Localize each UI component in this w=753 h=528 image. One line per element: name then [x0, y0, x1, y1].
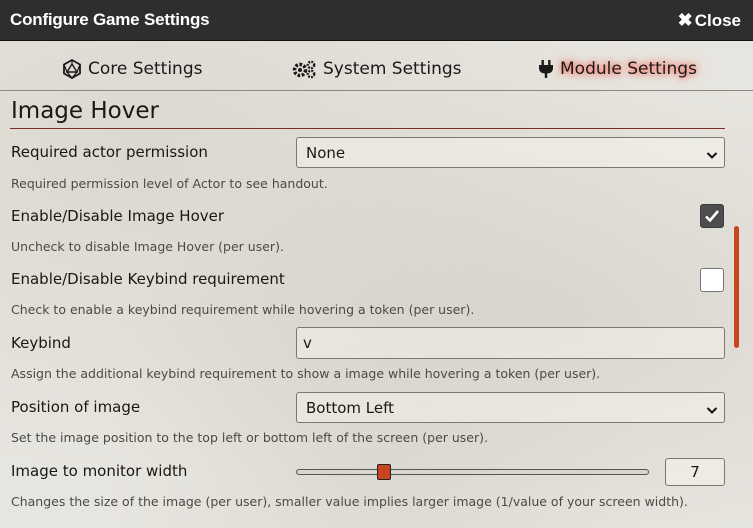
close-button[interactable]: ✖ Close: [678, 10, 741, 31]
tab-module-settings[interactable]: Module Settings: [538, 57, 697, 81]
tab-label: System Settings: [323, 59, 462, 79]
check-icon: [705, 210, 719, 223]
enable-hover-label: Enable/Disable Image Hover: [11, 207, 225, 225]
permission-select-value: None: [306, 143, 346, 162]
position-hint: Set the image position to the top left o…: [11, 430, 488, 445]
permission-select[interactable]: None: [296, 137, 725, 168]
position-select[interactable]: Bottom Left: [296, 392, 725, 423]
tab-core-settings[interactable]: Core Settings: [62, 57, 202, 81]
keybind-input-value: v: [303, 334, 312, 352]
chevron-down-icon: [706, 147, 718, 165]
plug-icon: [538, 59, 554, 79]
monitor-width-hint: Changes the size of the image (per user)…: [11, 494, 688, 509]
keybind-hint: Assign the additional keybind requiremen…: [11, 366, 601, 381]
gears-icon: [291, 59, 317, 79]
chevron-down-icon: [706, 402, 718, 420]
tab-system-settings[interactable]: System Settings: [291, 57, 462, 81]
permission-label: Required actor permission: [11, 143, 208, 161]
position-label: Position of image: [11, 398, 141, 416]
monitor-width-label: Image to monitor width: [11, 462, 188, 480]
permission-hint: Required permission level of Actor to se…: [11, 176, 328, 191]
section-title: Image Hover: [11, 98, 159, 124]
d20-icon: [62, 59, 82, 79]
tab-label: Core Settings: [88, 59, 203, 79]
times-icon: ✖: [677, 10, 693, 30]
window-titlebar[interactable]: Configure Game Settings ✖ Close: [0, 0, 753, 41]
settings-tabs: Core Settings System Settings Module Set…: [0, 40, 753, 91]
section-divider: [10, 128, 725, 129]
window-title: Configure Game Settings: [10, 10, 210, 29]
keybind-req-hint: Check to enable a keybind requirement wh…: [11, 302, 475, 317]
settings-window: Configure Game Settings ✖ Close Core Set…: [0, 0, 753, 528]
keybind-req-label: Enable/Disable Keybind requirement: [11, 270, 285, 288]
keybind-req-checkbox[interactable]: [700, 268, 724, 292]
keybind-label: Keybind: [11, 334, 71, 352]
position-select-value: Bottom Left: [306, 398, 395, 417]
enable-hover-hint: Uncheck to disable Image Hover (per user…: [11, 239, 284, 254]
slider-handle[interactable]: [377, 464, 391, 480]
enable-hover-checkbox[interactable]: [700, 204, 724, 228]
keybind-input[interactable]: v: [296, 327, 725, 359]
monitor-width-value: 7: [665, 458, 725, 486]
close-label: Close: [694, 10, 741, 30]
scrollbar-thumb[interactable]: [734, 226, 739, 348]
tab-label: Module Settings: [560, 59, 697, 79]
monitor-width-slider[interactable]: [296, 469, 649, 475]
settings-content[interactable]: Image Hover Required actor permission No…: [0, 91, 739, 528]
